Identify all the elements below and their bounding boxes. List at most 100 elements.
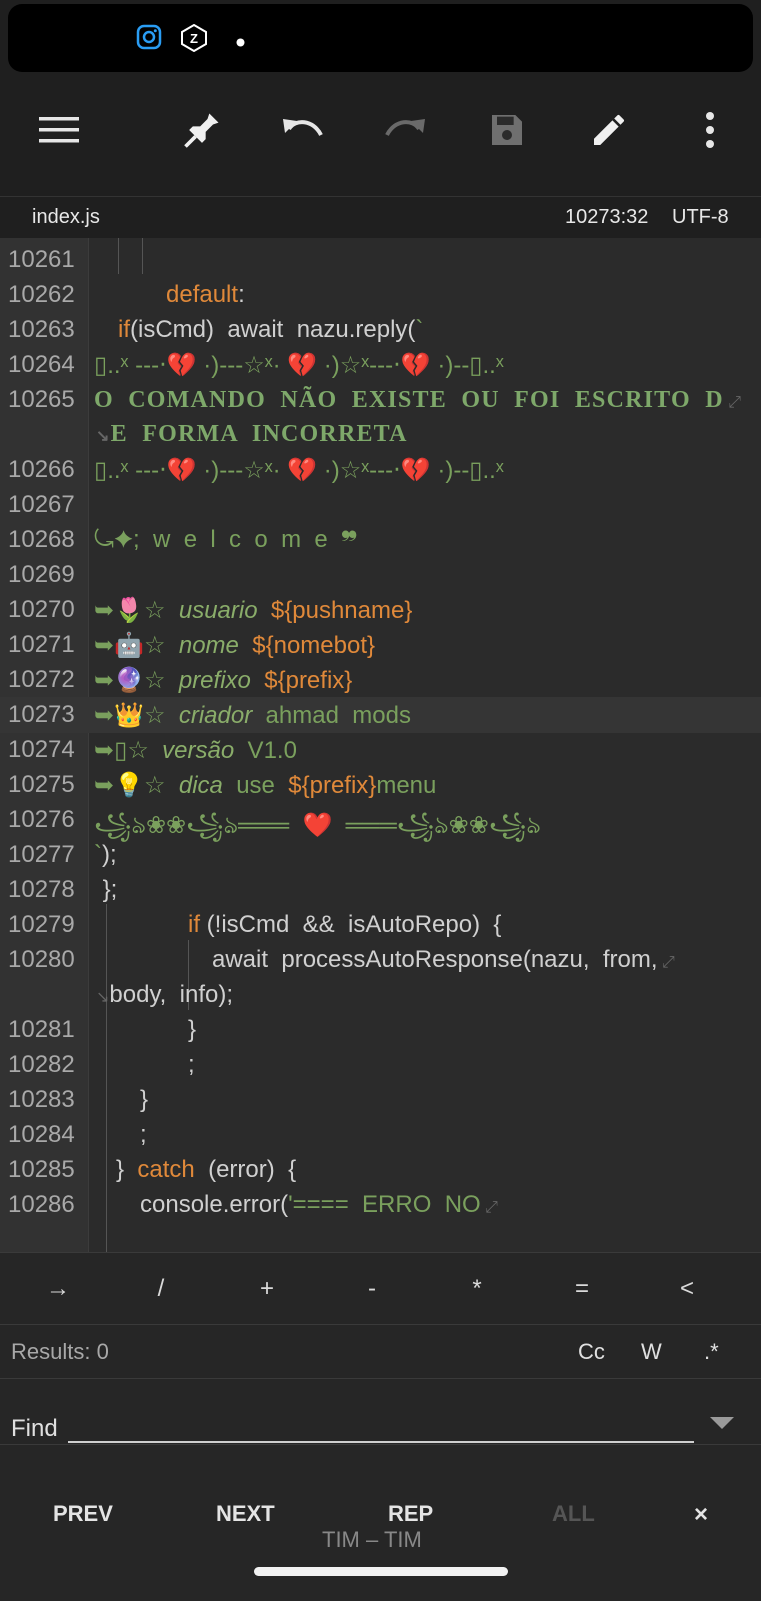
wrap-arrow-icon: ⤢ — [480, 1199, 498, 1216]
file-encoding[interactable]: UTF-8 — [672, 206, 729, 229]
code-token: ${pushname} — [257, 597, 413, 624]
code-line[interactable]: 10275 ➥💡☆ dica use ${prefix}menu — [0, 767, 761, 803]
redo-icon[interactable] — [376, 102, 432, 158]
code-line[interactable]: 10270 ➥🌷☆ usuario ${pushname} — [0, 592, 761, 628]
line-number: 10285 — [8, 1156, 75, 1183]
whole-word-toggle[interactable]: W — [641, 1339, 662, 1365]
code-line[interactable]: 10264 ▯..ˣ ---‧💔 ·)---☆ˣ· 💔 ·)☆ˣ---‧💔 ·)-… — [0, 347, 761, 383]
code-line[interactable]: 10272 ➥🔮☆ prefixo ${prefix} — [0, 662, 761, 698]
file-info-bar: index.js 10273:32 UTF-8 — [0, 196, 761, 239]
code-line[interactable]: 10266 ▯..ˣ ---‧💔 ·)---☆ˣ· 💔 ·)☆ˣ---‧💔 ·)-… — [0, 452, 761, 488]
line-number: 10274 — [8, 736, 75, 763]
pin-icon[interactable] — [174, 102, 230, 158]
code-token: (!isCmd && isAutoRepo) { — [200, 911, 502, 938]
line-number: 10261 — [8, 246, 75, 273]
code-token: ▯..ˣ ---‧💔 ·)---☆ˣ· 💔 ·)☆ˣ---‧💔 ·)--▯..ˣ — [94, 457, 504, 484]
symbol-key[interactable]: / — [131, 1275, 191, 1303]
code-text: await processAutoResponse(nazu, from, ⤢ — [212, 946, 675, 974]
symbol-key[interactable]: - — [342, 1275, 402, 1303]
code-token: ➥🤖☆ — [94, 632, 179, 659]
symbol-key[interactable]: + — [237, 1275, 297, 1303]
code-line[interactable]: 10286 console.error('==== ERRO NO ⤢ — [0, 1187, 761, 1223]
status-bar: Z — [8, 4, 753, 72]
code-token: ${nomebot} — [238, 632, 376, 659]
line-number: 10272 — [8, 666, 75, 693]
find-input[interactable] — [68, 1405, 694, 1443]
symbol-keys-bar: → / + - * = < — [0, 1252, 761, 1325]
symbol-key[interactable]: < — [657, 1275, 717, 1303]
next-button[interactable]: NEXT — [216, 1501, 275, 1527]
code-token: console.error( — [140, 1191, 289, 1218]
code-line[interactable]: 10283} — [0, 1082, 761, 1118]
code-token: prefixo — [178, 667, 251, 694]
code-line[interactable]: 10280 await processAutoResponse(nazu, fro… — [0, 942, 761, 978]
code-line[interactable]: 10267 — [0, 487, 761, 523]
code-line[interactable]: 10273 ➥👑☆ criador ahmad mods — [0, 697, 761, 733]
code-line[interactable]: 10279 if (!isCmd && isAutoRepo) { — [0, 907, 761, 943]
code-token: ꧁ঌ❀❀꧁ঌ═══ — [94, 812, 303, 839]
home-indicator[interactable] — [254, 1567, 508, 1576]
code-token: } — [188, 1016, 197, 1043]
code-line[interactable]: 10263 if(isCmd) await nazu.reply(` — [0, 312, 761, 348]
code-text: }; — [96, 876, 118, 904]
match-case-toggle[interactable]: Cc — [578, 1339, 605, 1365]
prev-button[interactable]: PREV — [53, 1501, 113, 1527]
code-text: ▯..ˣ ---‧💔 ·)---☆ˣ· 💔 ·)☆ˣ---‧💔 ·)--▯..ˣ — [94, 456, 504, 485]
menu-icon[interactable] — [31, 102, 87, 158]
code-line[interactable]: 10265 O COMANDO NÃO EXISTE OU FOI ESCRITO… — [0, 382, 761, 418]
symbol-key[interactable]: = — [552, 1275, 612, 1303]
symbol-key[interactable]: * — [447, 1275, 507, 1303]
code-token: (error) { — [194, 1156, 297, 1183]
code-line[interactable]: 10282; — [0, 1047, 761, 1083]
code-line-wrapped[interactable]: ↘body, info); — [0, 977, 761, 1013]
code-text: console.error('==== ERRO NO ⤢ — [140, 1191, 498, 1219]
code-line[interactable]: 10276 ꧁ঌ❀❀꧁ঌ═══ ❤️ ═══꧁ঌ❀❀꧁ঌ — [0, 802, 761, 839]
code-line[interactable]: 10269 — [0, 557, 761, 593]
code-token: catch — [137, 1156, 195, 1183]
close-find-button[interactable]: × — [694, 1501, 708, 1529]
replace-button[interactable]: REP — [388, 1501, 433, 1527]
code-line[interactable]: 10277 `); — [0, 837, 761, 873]
find-row: Find — [0, 1378, 761, 1445]
code-token: '==== ERRO NO — [288, 1191, 481, 1218]
code-token: await processAutoResponse(nazu, from, — [212, 946, 658, 973]
code-line[interactable]: 10281} — [0, 1012, 761, 1048]
regex-toggle[interactable]: .* — [704, 1339, 719, 1365]
toolbar — [0, 72, 761, 196]
code-token: ⤿✦; w e l c o m e ❞ — [94, 526, 358, 553]
code-token: ${prefix} — [250, 667, 353, 694]
line-number: 10264 — [8, 351, 75, 378]
results-label: Results: — [11, 1339, 91, 1364]
code-text: ➥🌷☆ usuario ${pushname} — [94, 596, 412, 625]
svg-text:Z: Z — [190, 31, 198, 46]
code-token: ➥🌷☆ — [94, 597, 179, 624]
more-vert-icon[interactable] — [682, 102, 738, 158]
code-editor[interactable]: 10261 10262 default: 10263 if(isCmd) await n… — [0, 238, 761, 1252]
code-token: if — [118, 316, 130, 343]
code-line-wrapped[interactable]: ↘E FORMA INCORRETA — [0, 417, 761, 453]
code-token: ; — [188, 1051, 195, 1078]
undo-icon[interactable] — [276, 102, 332, 158]
code-line[interactable]: 10261 — [0, 242, 761, 278]
code-line[interactable]: 10274 ➥▯☆ versão V1.0 — [0, 732, 761, 768]
find-dropdown-icon[interactable] — [710, 1417, 734, 1429]
code-text: ↘body, info); — [96, 981, 233, 1009]
find-label: Find — [11, 1415, 58, 1442]
code-line[interactable]: 10262 default: — [0, 277, 761, 313]
code-line[interactable]: 10284; — [0, 1117, 761, 1153]
code-line[interactable]: 10268 ⤿✦; w e l c o m e ❞ — [0, 522, 761, 558]
code-line[interactable]: 10278 }; — [0, 872, 761, 908]
code-token: use — [222, 772, 289, 799]
line-number: 10280 — [8, 946, 75, 973]
edit-icon[interactable] — [581, 102, 637, 158]
code-token: ` — [94, 841, 102, 868]
results-count: 0 — [96, 1339, 109, 1364]
code-text: if(isCmd) await nazu.reply(` — [118, 316, 423, 344]
symbol-key[interactable]: → — [28, 1275, 88, 1303]
code-line[interactable]: 10271 ➥🤖☆ nome ${nomebot} — [0, 627, 761, 663]
code-line[interactable]: 10285} catch (error) { — [0, 1152, 761, 1188]
save-icon[interactable] — [479, 102, 535, 158]
cursor-position: 10273:32 — [565, 206, 649, 228]
file-name[interactable]: index.js — [32, 206, 100, 229]
replace-all-button[interactable]: ALL — [552, 1501, 595, 1527]
